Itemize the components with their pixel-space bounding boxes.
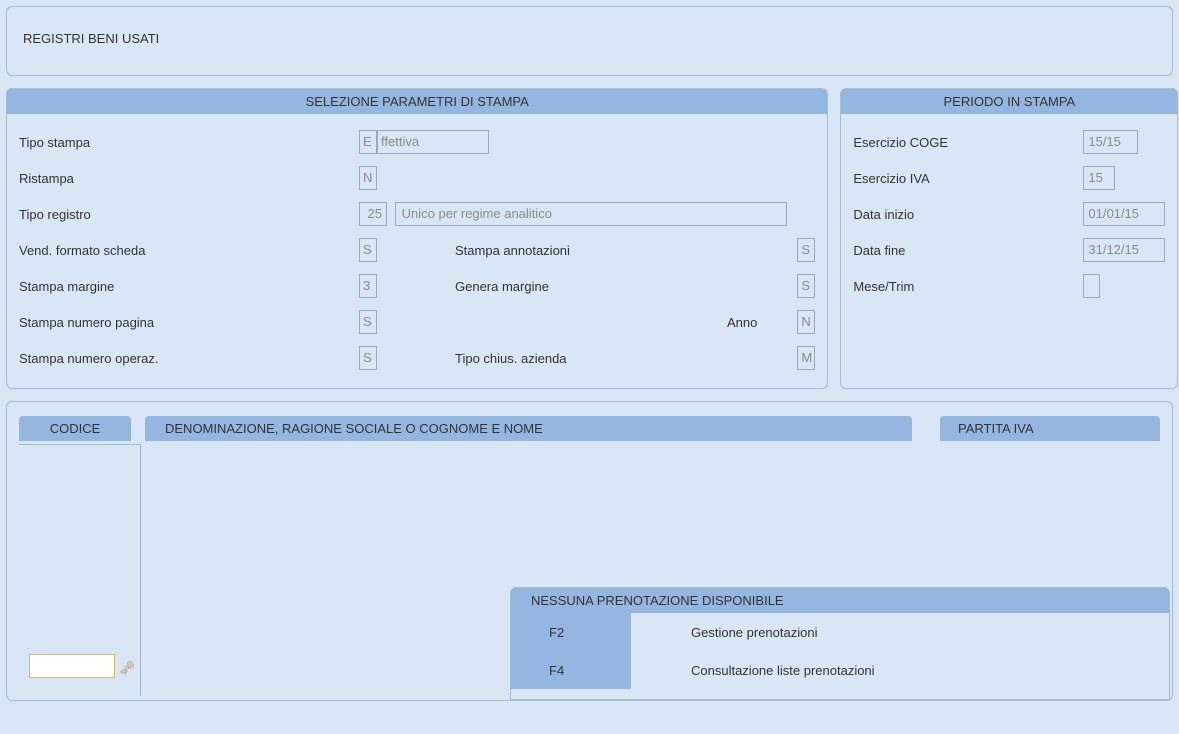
reservation-panel: NESSUNA PRENOTAZIONE DISPONIBILE F2 Gest…: [510, 587, 1170, 700]
vend-formato-label: Vend. formato scheda: [19, 243, 359, 258]
key-icon[interactable]: 🗝: [119, 660, 136, 676]
period-panel: PERIODO IN STAMPA Esercizio COGE 15/15 E…: [840, 88, 1178, 389]
stampa-annot-input[interactable]: S: [797, 238, 815, 262]
stampa-margine-label: Stampa margine: [19, 279, 359, 294]
f2-desc: Gestione prenotazioni: [631, 625, 1169, 640]
vend-formato-input[interactable]: S: [359, 238, 377, 262]
f2-key[interactable]: F2: [511, 613, 631, 651]
anno-input[interactable]: N: [797, 310, 815, 334]
params-header: SELEZIONE PARAMETRI DI STAMPA: [7, 89, 827, 114]
tab-denominazione[interactable]: DENOMINAZIONE, RAGIONE SOCIALE O COGNOME…: [145, 416, 912, 441]
stampa-annot-label: Stampa annotazioni: [407, 243, 727, 258]
genera-margine-label: Genera margine: [407, 279, 727, 294]
esercizio-coge-label: Esercizio COGE: [853, 135, 1083, 150]
bottom-panel: CODICE DENOMINAZIONE, RAGIONE SOCIALE O …: [6, 401, 1173, 701]
print-params-panel: SELEZIONE PARAMETRI DI STAMPA Tipo stamp…: [6, 88, 828, 389]
mese-trim-input[interactable]: [1083, 274, 1100, 298]
stampa-margine-input[interactable]: 3: [359, 274, 377, 298]
tipo-chius-input[interactable]: M: [797, 346, 815, 370]
ristampa-label: Ristampa: [19, 171, 359, 186]
tab-partita-iva[interactable]: PARTITA IVA: [940, 416, 1160, 441]
tab-codice[interactable]: CODICE: [19, 416, 131, 441]
tipo-stampa-desc: ffettiva: [377, 130, 489, 154]
page-title: REGISTRI BENI USATI: [23, 31, 159, 46]
stampa-pagina-input[interactable]: S: [359, 310, 377, 334]
codice-area: 🗝: [19, 444, 141, 696]
f4-desc: Consultazione liste prenotazioni: [631, 663, 1169, 678]
data-fine-input[interactable]: 31/12/15: [1083, 238, 1165, 262]
reservation-header: NESSUNA PRENOTAZIONE DISPONIBILE: [511, 588, 1169, 613]
tipo-chius-label: Tipo chius. azienda: [407, 351, 727, 366]
tipo-stampa-label: Tipo stampa: [19, 135, 359, 150]
tipo-stampa-code[interactable]: E: [359, 130, 377, 154]
data-inizio-label: Data inizio: [853, 207, 1083, 222]
tipo-registro-label: Tipo registro: [19, 207, 359, 222]
mese-trim-label: Mese/Trim: [853, 279, 1083, 294]
tipo-registro-num[interactable]: 25: [359, 202, 387, 226]
ristampa-input[interactable]: N: [359, 166, 377, 190]
f4-key[interactable]: F4: [511, 651, 631, 689]
tipo-registro-desc: Unico per regime analitico: [395, 202, 787, 226]
codice-input[interactable]: [29, 654, 115, 678]
esercizio-iva-input[interactable]: 15: [1083, 166, 1115, 190]
genera-margine-input[interactable]: S: [797, 274, 815, 298]
anno-label: Anno: [727, 315, 797, 330]
stampa-operaz-input[interactable]: S: [359, 346, 377, 370]
esercizio-iva-label: Esercizio IVA: [853, 171, 1083, 186]
stampa-pagina-label: Stampa numero pagina: [19, 315, 359, 330]
data-inizio-input[interactable]: 01/01/15: [1083, 202, 1165, 226]
stampa-operaz-label: Stampa numero operaz.: [19, 351, 359, 366]
period-header: PERIODO IN STAMPA: [841, 89, 1177, 114]
title-panel: REGISTRI BENI USATI: [6, 6, 1173, 76]
esercizio-coge-input[interactable]: 15/15: [1083, 130, 1138, 154]
data-fine-label: Data fine: [853, 243, 1083, 258]
